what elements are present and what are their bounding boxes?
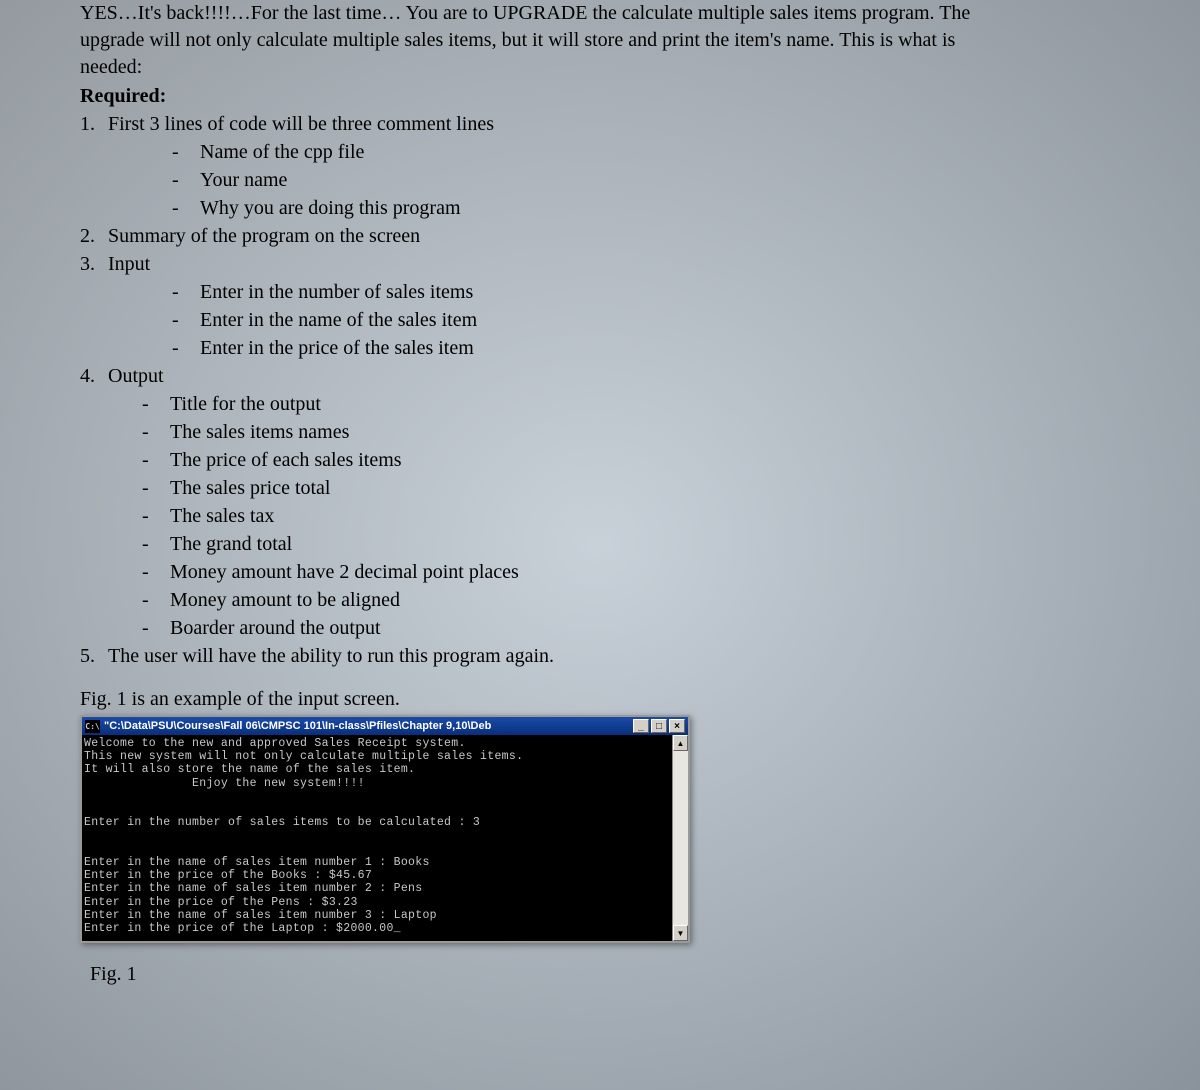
vertical-scrollbar[interactable]: ▲ ▼ bbox=[672, 735, 688, 941]
sub-item: Enter in the price of the sales item bbox=[200, 334, 1120, 362]
sub-list: Title for the output The sales items nam… bbox=[170, 390, 1120, 642]
console-window: C:\ "C:\Data\PSU\Courses\Fall 06\CMPSC 1… bbox=[80, 715, 690, 943]
intro-line: YES…It's back!!!!…For the last time… You… bbox=[80, 2, 970, 24]
sub-item: Money amount have 2 decimal point places bbox=[170, 558, 1120, 586]
sub-item: The sales items names bbox=[170, 418, 1120, 446]
maximize-button[interactable]: □ bbox=[651, 719, 667, 733]
close-button[interactable]: × bbox=[669, 719, 685, 733]
sub-item: Your name bbox=[200, 166, 1120, 194]
requirement-item: 4.Output Title for the output The sales … bbox=[80, 362, 1120, 642]
console-output: Welcome to the new and approved Sales Re… bbox=[82, 735, 672, 941]
titlebar-text: "C:\Data\PSU\Courses\Fall 06\CMPSC 101\I… bbox=[104, 720, 633, 732]
sub-item: Enter in the number of sales items bbox=[200, 278, 1120, 306]
intro-line: upgrade will not only calculate multiple… bbox=[80, 29, 955, 51]
sub-item: The price of each sales items bbox=[170, 446, 1120, 474]
required-heading: Required: bbox=[80, 85, 1120, 108]
list-number: 4. bbox=[80, 362, 108, 390]
figure-caption-top: Fig. 1 is an example of the input screen… bbox=[80, 688, 1120, 711]
list-text: The user will have the ability to run th… bbox=[108, 645, 554, 667]
sub-item: Enter in the name of the sales item bbox=[200, 306, 1120, 334]
requirement-item: 1.First 3 lines of code will be three co… bbox=[80, 110, 1120, 222]
sub-item: The sales price total bbox=[170, 474, 1120, 502]
list-number: 3. bbox=[80, 250, 108, 278]
sub-item: The grand total bbox=[170, 530, 1120, 558]
cmd-icon: C:\ bbox=[85, 720, 100, 733]
sub-item: Title for the output bbox=[170, 390, 1120, 418]
list-text: First 3 lines of code will be three comm… bbox=[108, 113, 494, 135]
titlebar-buttons: _ □ × bbox=[633, 719, 685, 733]
requirement-item: 2.Summary of the program on the screen bbox=[80, 222, 1120, 250]
sub-item: Money amount to be aligned bbox=[170, 586, 1120, 614]
intro-paragraph: YES…It's back!!!!…For the last time… You… bbox=[80, 0, 1120, 81]
sub-item: The sales tax bbox=[170, 502, 1120, 530]
requirements-list: 1.First 3 lines of code will be three co… bbox=[80, 110, 1120, 670]
scroll-down-button[interactable]: ▼ bbox=[673, 925, 688, 941]
list-number: 5. bbox=[80, 642, 108, 670]
sub-item: Why you are doing this program bbox=[200, 194, 1120, 222]
sub-list: Name of the cpp file Your name Why you a… bbox=[200, 138, 1120, 222]
scroll-up-button[interactable]: ▲ bbox=[673, 735, 688, 751]
requirement-item: 3.Input Enter in the number of sales ite… bbox=[80, 250, 1120, 362]
sub-item: Name of the cpp file bbox=[200, 138, 1120, 166]
list-number: 2. bbox=[80, 222, 108, 250]
intro-line: needed: bbox=[80, 56, 142, 78]
list-text: Summary of the program on the screen bbox=[108, 225, 420, 247]
list-number: 1. bbox=[80, 110, 108, 138]
list-text: Output bbox=[108, 365, 164, 387]
scroll-track[interactable] bbox=[673, 751, 688, 925]
requirement-item: 5.The user will have the ability to run … bbox=[80, 642, 1120, 670]
sub-item: Boarder around the output bbox=[170, 614, 1120, 642]
figure-label: Fig. 1 bbox=[90, 963, 1120, 986]
list-text: Input bbox=[108, 253, 150, 275]
minimize-button[interactable]: _ bbox=[633, 719, 649, 733]
titlebar: C:\ "C:\Data\PSU\Courses\Fall 06\CMPSC 1… bbox=[82, 717, 688, 735]
sub-list: Enter in the number of sales items Enter… bbox=[200, 278, 1120, 362]
